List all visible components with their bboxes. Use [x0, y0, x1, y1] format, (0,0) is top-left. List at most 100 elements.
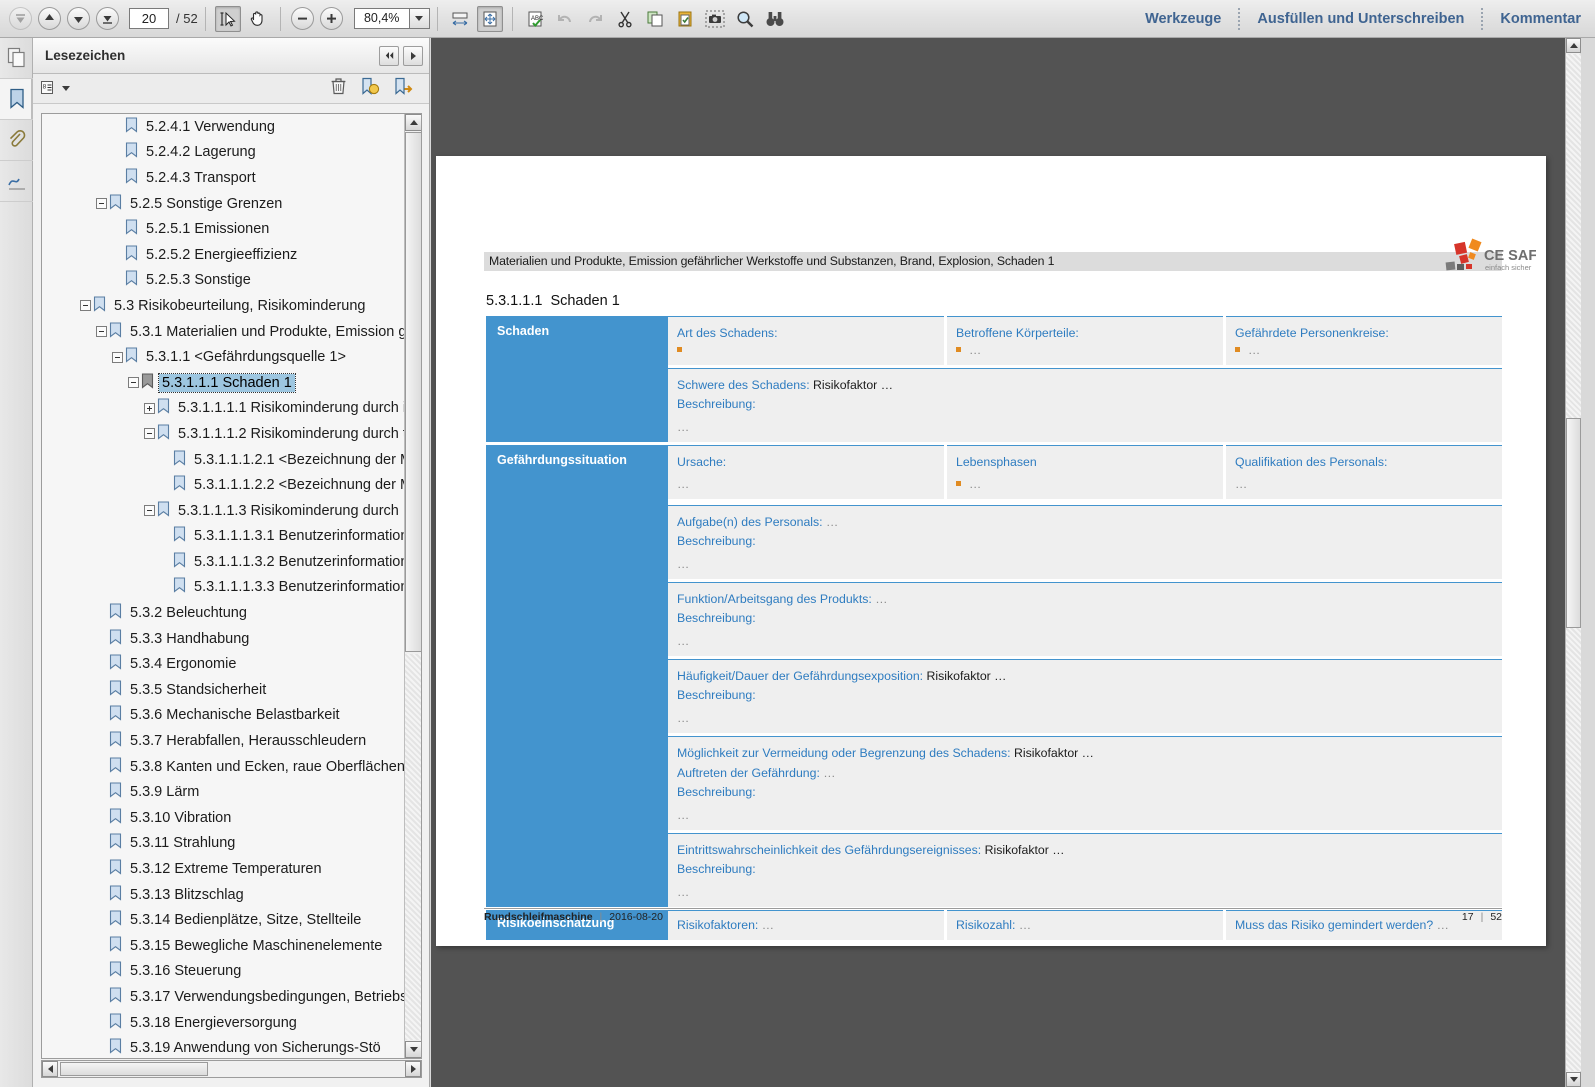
collapse-node-icon[interactable]: [112, 351, 123, 363]
bookmark-item[interactable]: 5.3.9 Lärm: [42, 779, 405, 805]
bookmark-item[interactable]: 5.3.1.1.1.3.3 Benutzerinformation in: [42, 575, 405, 601]
bookmark-item[interactable]: 5.3.8 Kanten und Ecken, raue Oberflächen: [42, 754, 405, 780]
bookmark-item[interactable]: 5.3.1.1.1.3.2 Benutzerinformation a: [42, 549, 405, 575]
gefaehrdung-block-cell[interactable]: Häufigkeit/Dauer der Gefährdungsexpositi…: [668, 659, 1502, 734]
bookmark-item[interactable]: 5.3.1.1.1.3 Risikominderung durch Ber: [42, 498, 405, 524]
bookmark-item[interactable]: 5.3.5 Standsicherheit: [42, 677, 405, 703]
fit-width-button[interactable]: [447, 6, 473, 32]
page-number-input[interactable]: 20: [129, 8, 169, 29]
find-button[interactable]: [762, 6, 788, 32]
bookmark-item[interactable]: 5.3.1.1.1 Schaden 1: [42, 370, 405, 396]
collapse-node-icon[interactable]: [128, 377, 139, 389]
bookmark-item[interactable]: 5.3.10 Vibration: [42, 805, 405, 831]
menu-ausfuellen-und-unterschreiben[interactable]: Ausfüllen und Unterschreiben: [1240, 0, 1481, 38]
bookmarks-vertical-scrollbar[interactable]: [404, 114, 421, 1058]
bookmark-item[interactable]: 5.2.4.1 Verwendung: [42, 114, 405, 140]
bookmark-item[interactable]: 5.3.11 Strahlung: [42, 831, 405, 857]
bookmark-options-button[interactable]: 8: [41, 81, 70, 96]
bookmark-item[interactable]: 5.3.3 Handhabung: [42, 626, 405, 652]
field-ursache[interactable]: Ursache: …: [668, 445, 944, 500]
bookmark-item[interactable]: 5.3.1.1.1.3.1 Benutzerinformation a: [42, 524, 405, 550]
field-art-des-schadens[interactable]: Art des Schadens:: [668, 316, 944, 366]
expand-current-bookmark-button[interactable]: [394, 77, 413, 101]
zoom-magnifier-button[interactable]: [732, 6, 758, 32]
new-bookmark-button[interactable]: [361, 77, 380, 101]
fit-page-button[interactable]: [476, 5, 503, 32]
gefaehrdung-block-cell[interactable]: Eintrittswahrscheinlichkeit des Gefährdu…: [668, 832, 1502, 907]
gefaehrdung-block-cell[interactable]: Aufgabe(n) des Personals: … Beschreibung:…: [668, 505, 1502, 580]
bookmark-item[interactable]: 5.3.1 Materialien und Produkte, Emission…: [42, 319, 405, 345]
horizontal-scroll-thumb[interactable]: [60, 1062, 208, 1076]
zoom-level-input[interactable]: 80,4%: [353, 8, 410, 29]
collapse-node-icon[interactable]: [80, 300, 91, 312]
next-page-button[interactable]: [67, 7, 90, 30]
bookmark-item[interactable]: 5.2.5.2 Energieeffizienz: [42, 242, 405, 268]
doc-scroll-down-button[interactable]: [1566, 1072, 1581, 1087]
undo-button[interactable]: [552, 6, 578, 32]
copy-button[interactable]: [642, 6, 668, 32]
bookmark-item[interactable]: 5.3.18 Energieversorgung: [42, 1010, 405, 1036]
bookmark-item[interactable]: 5.3.14 Bedienplätze, Sitze, Stellteile: [42, 907, 405, 933]
rail-attachments-button[interactable]: [0, 120, 33, 161]
field-betroffene-koerperteile[interactable]: Betroffene Körperteile: …: [947, 316, 1223, 366]
rail-signatures-button[interactable]: [0, 161, 33, 202]
bookmark-item[interactable]: 5.3.7 Herabfallen, Herausschleudern: [42, 728, 405, 754]
rail-bookmarks-button[interactable]: [0, 79, 33, 120]
field-lebensphasen[interactable]: Lebensphasen …: [947, 445, 1223, 500]
scroll-right-button[interactable]: [405, 1061, 421, 1077]
bookmark-item[interactable]: 5.3.17 Verwendungsbedingungen, Betriebsa…: [42, 984, 405, 1010]
bookmark-item[interactable]: 5.3.12 Extreme Temperaturen: [42, 856, 405, 882]
expand-panel-button[interactable]: [403, 45, 423, 66]
bookmark-item[interactable]: 5.3.1.1.1.2.1 <Bezeichnung der Maß: [42, 447, 405, 473]
cut-button[interactable]: [612, 6, 638, 32]
collapse-node-icon[interactable]: [144, 428, 155, 440]
bookmarks-horizontal-scrollbar[interactable]: [41, 1060, 422, 1078]
bookmarks-tree[interactable]: 5.2.4.1 Verwendung 5.2.4.2 Lagerung 5.2.4.…: [42, 114, 405, 1058]
select-tool-button[interactable]: [214, 5, 241, 32]
scroll-up-button[interactable]: [405, 114, 421, 131]
bookmark-item[interactable]: 5.3.1.1.1.1 Risikominderung durch inh: [42, 396, 405, 422]
redo-button[interactable]: [582, 6, 608, 32]
zoom-out-button[interactable]: [290, 7, 314, 30]
delete-bookmark-button[interactable]: [330, 77, 347, 100]
paste-button[interactable]: [672, 6, 698, 32]
collapse-node-icon[interactable]: [96, 326, 107, 338]
gefaehrdung-block-cell[interactable]: Funktion/Arbeitsgang des Produkts: … Besc…: [668, 582, 1502, 657]
bookmark-item[interactable]: 5.3.4 Ergonomie: [42, 651, 405, 677]
scroll-track[interactable]: [405, 654, 421, 1040]
document-vertical-scrollbar[interactable]: [1565, 38, 1581, 1087]
doc-scroll-up-button[interactable]: [1566, 38, 1581, 53]
bookmark-item[interactable]: 5.3.2 Beleuchtung: [42, 600, 405, 626]
hand-tool-button[interactable]: [245, 6, 271, 32]
field-qualifikation-des-personals[interactable]: Qualifikation des Personals: …: [1226, 445, 1502, 500]
bookmark-item[interactable]: 5.3.13 Blitzschlag: [42, 882, 405, 908]
bookmark-item[interactable]: 5.3.15 Bewegliche Maschinenelemente: [42, 933, 405, 959]
bookmark-item[interactable]: 5.3.1.1 <Gefährdungsquelle 1>: [42, 344, 405, 370]
scroll-down-button[interactable]: [405, 1041, 421, 1058]
bookmark-item[interactable]: 5.3.16 Steuerung: [42, 959, 405, 985]
collapse-panel-button[interactable]: [379, 45, 399, 66]
menu-werkzeuge[interactable]: Werkzeuge: [1128, 0, 1238, 38]
bookmark-item[interactable]: 5.2.5 Sonstige Grenzen: [42, 191, 405, 217]
scroll-left-button[interactable]: [42, 1061, 58, 1077]
zoom-in-button[interactable]: [319, 7, 343, 30]
bookmark-item[interactable]: 5.2.5.1 Emissionen: [42, 216, 405, 242]
bookmark-item[interactable]: 5.2.5.3 Sonstige: [42, 268, 405, 294]
menu-kommentar[interactable]: Kommentar: [1483, 0, 1595, 38]
snapshot-button[interactable]: [702, 6, 728, 32]
bookmark-item[interactable]: 5.2.4.2 Lagerung: [42, 140, 405, 166]
bookmark-item[interactable]: 5.3.6 Mechanische Belastbarkeit: [42, 703, 405, 729]
scroll-thumb[interactable]: [405, 132, 421, 652]
rail-page-thumbnails-button[interactable]: [0, 38, 33, 79]
first-page-button[interactable]: [9, 7, 32, 30]
zoom-dropdown-button[interactable]: [409, 8, 430, 29]
field-gefaehrdete-personenkreise[interactable]: Gefährdete Personenkreise: …: [1226, 316, 1502, 366]
gefaehrdung-block-cell[interactable]: Möglichkeit zur Vermeidung oder Begrenzu…: [668, 736, 1502, 830]
spellcheck-button[interactable]: ABC: [522, 6, 548, 32]
bookmark-item[interactable]: 5.3 Risikobeurteilung, Risikominderung: [42, 293, 405, 319]
bookmark-item[interactable]: 5.3.1.1.1.2.2 <Bezeichnung der Maß: [42, 472, 405, 498]
bookmark-item[interactable]: 5.3.19 Anwendung von Sicherungs-Stö: [42, 1035, 405, 1058]
expand-node-icon[interactable]: [144, 402, 155, 414]
field-schwere-des-schadens[interactable]: Schwere des Schadens: Risikofaktor … Bes…: [668, 368, 1502, 443]
previous-page-button[interactable]: [38, 7, 61, 30]
